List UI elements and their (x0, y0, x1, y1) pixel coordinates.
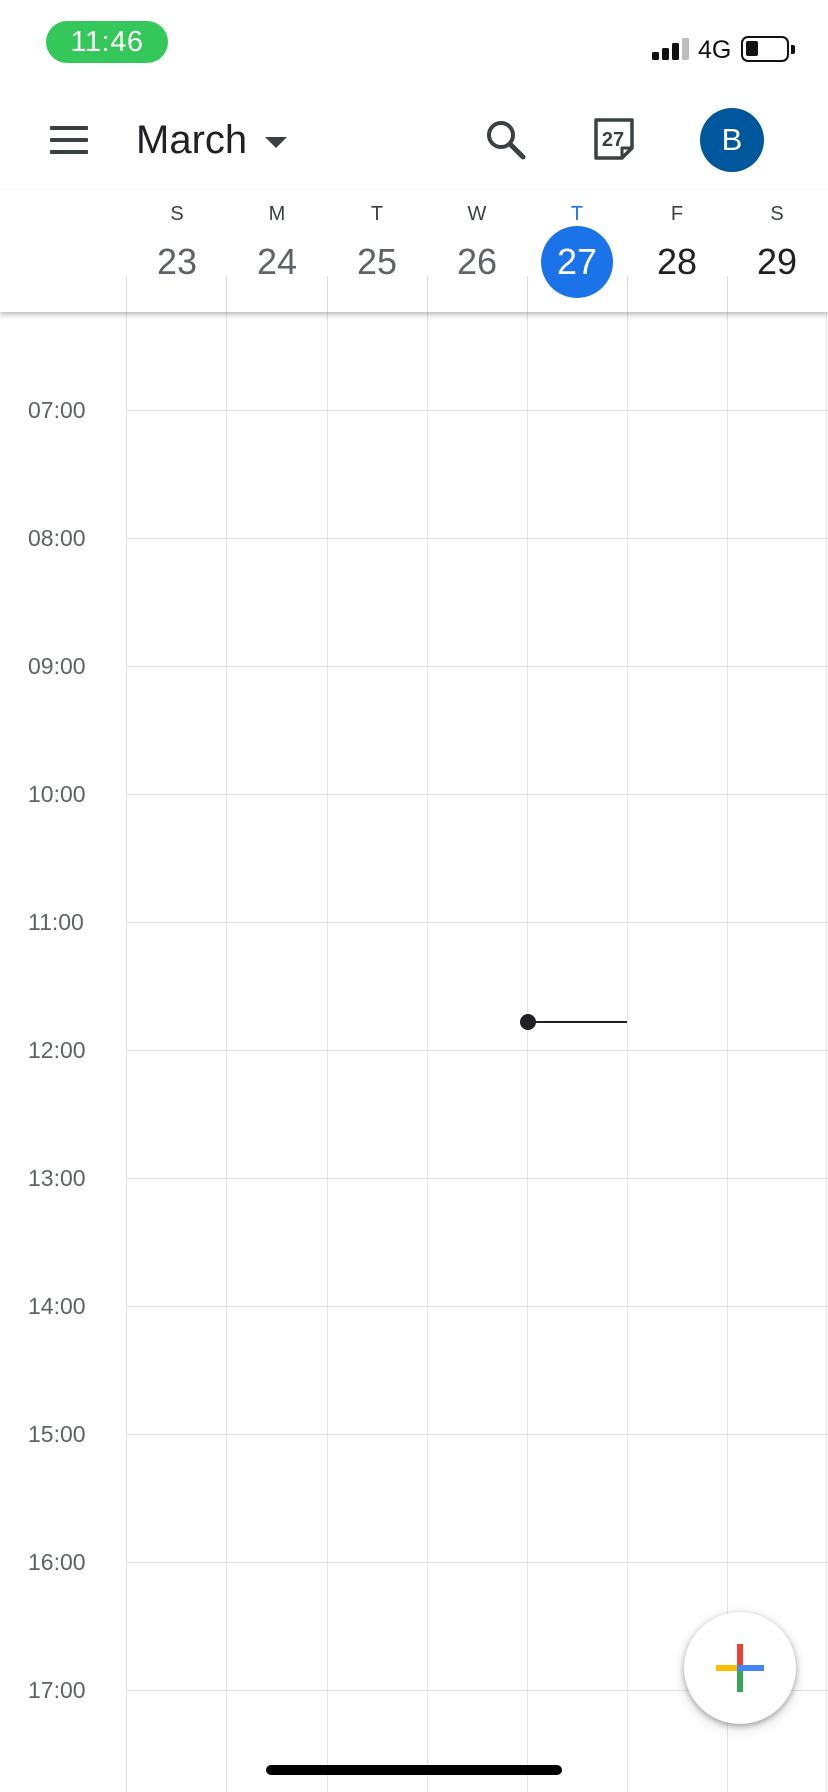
header-divider (327, 276, 328, 312)
hour-line (126, 922, 828, 923)
battery-tip (791, 45, 795, 54)
battery-icon (741, 36, 789, 62)
day-column-thursday-today[interactable]: T 27 (527, 190, 627, 312)
day-number: 28 (656, 241, 698, 282)
day-column-wednesday[interactable]: W 26 (427, 190, 527, 312)
hour-label: 17:00 (28, 1677, 86, 1703)
day-divider (226, 312, 227, 1792)
day-divider (327, 312, 328, 1792)
search-icon[interactable] (484, 118, 528, 162)
hour-label: 14:00 (28, 1293, 86, 1319)
header-divider (226, 276, 227, 312)
day-divider (627, 312, 628, 1792)
day-number: 25 (356, 241, 398, 282)
day-divider (427, 312, 428, 1792)
hour-line (126, 538, 828, 539)
hour-label: 13:00 (28, 1165, 86, 1191)
caret-down-icon (265, 137, 288, 148)
day-letter: T (370, 203, 384, 225)
hour-line (126, 1434, 828, 1435)
hour-label: 15:00 (28, 1421, 86, 1447)
day-column-tuesday[interactable]: T 25 (327, 190, 427, 312)
day-letter: F (670, 203, 684, 225)
network-type: 4G (698, 36, 732, 64)
day-column-monday[interactable]: M 24 (227, 190, 327, 312)
week-header: S 23 M 24 T 25 W 26 T 27 F 28 S 29 (0, 190, 828, 312)
hour-line (126, 666, 828, 667)
hour-line (126, 410, 828, 411)
hour-label: 07:00 (28, 397, 86, 423)
hour-label: 10:00 (28, 781, 86, 807)
create-event-button[interactable] (684, 1612, 796, 1724)
hour-label: 09:00 (28, 653, 86, 679)
day-letter: W (467, 203, 487, 225)
day-number-today: 27 (541, 226, 613, 298)
hour-label: 11:00 (28, 909, 84, 935)
account-avatar[interactable]: B (700, 108, 764, 172)
day-column-saturday[interactable]: S 29 (727, 190, 827, 312)
month-label: March (136, 118, 248, 162)
header-divider (727, 276, 728, 312)
hour-line (126, 1562, 828, 1563)
day-number: 23 (156, 241, 198, 282)
hour-line (126, 794, 828, 795)
plus-icon (716, 1644, 764, 1692)
hour-line (126, 1050, 828, 1051)
day-divider (826, 312, 827, 1792)
day-number: 29 (756, 241, 798, 282)
day-divider (126, 312, 127, 1792)
header-divider (627, 276, 628, 312)
cellular-signal-icon (652, 38, 690, 60)
month-selector[interactable]: March (136, 118, 288, 163)
home-indicator[interactable] (266, 1765, 562, 1775)
hour-label: 08:00 (28, 525, 86, 551)
hour-label: 12:00 (28, 1037, 86, 1063)
day-letter: M (268, 203, 286, 225)
app-bar: March 27 B (0, 90, 828, 190)
header-divider (427, 276, 428, 312)
calendar-today-icon[interactable]: 27 (592, 116, 636, 162)
day-divider (727, 312, 728, 1792)
day-column-sunday[interactable]: S 23 (127, 190, 227, 312)
menu-icon[interactable] (50, 126, 88, 154)
header-divider (126, 276, 127, 312)
day-number: 26 (456, 241, 498, 282)
day-letter: S (170, 203, 184, 225)
current-time-indicator (528, 1021, 627, 1023)
header-divider (527, 276, 528, 312)
day-number: 24 (256, 241, 298, 282)
status-time: 11:46 (46, 21, 168, 63)
hour-label: 16:00 (28, 1549, 86, 1575)
day-column-friday[interactable]: F 28 (627, 190, 727, 312)
week-time-grid[interactable]: 07:00 08:00 09:00 10:00 11:00 12:00 13:0… (0, 312, 828, 1792)
day-divider (527, 312, 528, 1792)
hour-line (126, 1306, 828, 1307)
today-icon-date: 27 (602, 129, 624, 151)
day-letter: T (570, 203, 584, 225)
day-letter: S (770, 203, 784, 225)
status-bar: 11:46 4G (0, 0, 828, 90)
hour-line (126, 1178, 828, 1179)
